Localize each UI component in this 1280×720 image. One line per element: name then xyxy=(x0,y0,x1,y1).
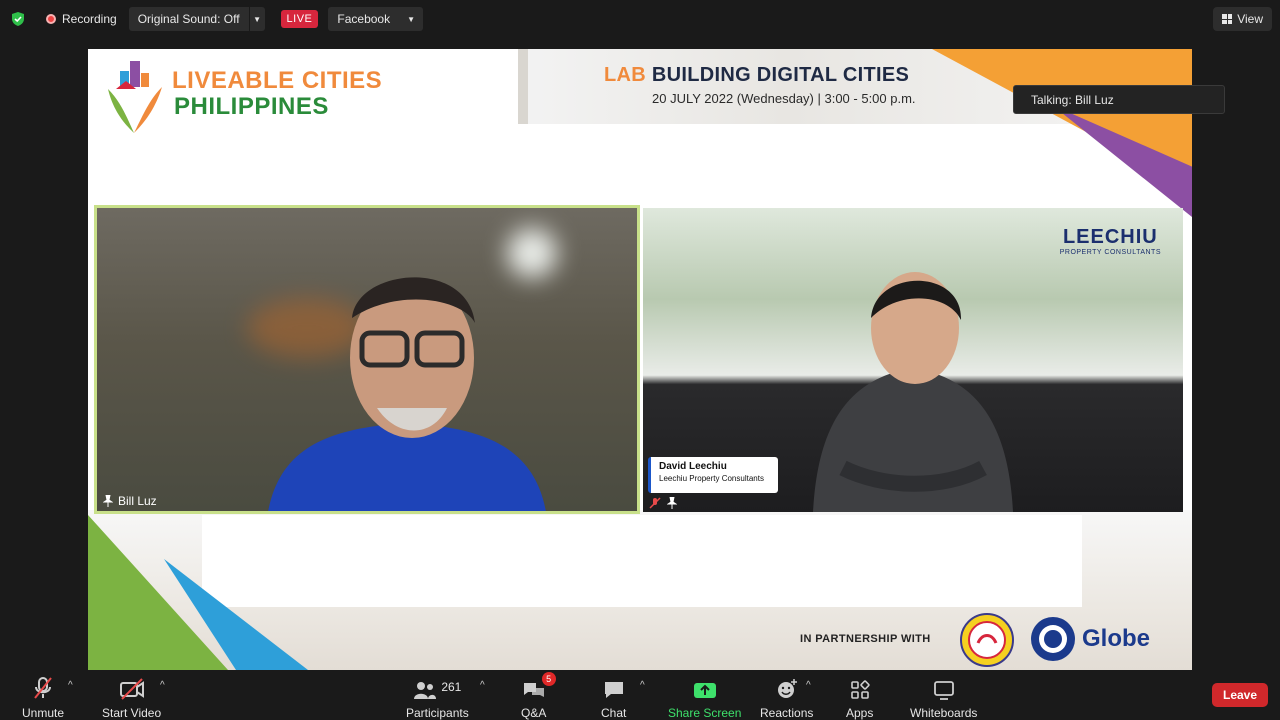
leechiu-logo-sub: PROPERTY CONSULTANTS xyxy=(1059,249,1161,256)
title-text: BUILDING DIGITAL CITIES xyxy=(651,64,910,86)
chevron-up-icon[interactable]: ^ xyxy=(160,680,165,691)
participants-button[interactable]: 261 Participants xyxy=(406,676,469,720)
pin-icon xyxy=(667,497,677,509)
start-video-button[interactable]: Start Video xyxy=(102,676,161,720)
participant-count: 261 xyxy=(441,680,462,694)
start-video-label: Start Video xyxy=(102,706,162,720)
participant-name: Bill Luz xyxy=(118,494,157,508)
participants-label: Participants xyxy=(406,706,469,720)
chevron-down-icon[interactable]: ▼ xyxy=(248,7,265,31)
footer-white-panel xyxy=(202,515,1082,607)
meeting-top-bar: Recording Original Sound: Off ▼ LIVE Fac… xyxy=(0,0,1280,38)
city-seal-logo xyxy=(960,613,1014,667)
apps-button[interactable]: Apps xyxy=(846,676,873,720)
share-screen-icon xyxy=(693,676,717,700)
globe-logo-icon xyxy=(1031,617,1075,661)
chat-icon xyxy=(603,676,625,700)
grid-view-icon xyxy=(1222,14,1233,24)
muted-mic-icon xyxy=(649,497,661,509)
reactions-icon xyxy=(776,676,798,700)
partner-globe-wordmark: Globe xyxy=(1082,625,1151,652)
video-off-icon xyxy=(119,676,145,700)
title-prefix: LAB xyxy=(604,64,647,86)
original-sound-button[interactable]: Original Sound: Off ▼ xyxy=(128,7,265,31)
pin-icon xyxy=(103,495,113,507)
original-sound-label: Original Sound: Off xyxy=(137,12,240,26)
liveable-cities-logo xyxy=(108,61,162,133)
chat-label: Chat xyxy=(601,706,627,720)
chevron-down-icon: ▼ xyxy=(407,14,416,24)
view-label: View xyxy=(1237,12,1263,26)
qa-badge: 5 xyxy=(541,672,556,686)
whiteboards-button[interactable]: Whiteboards xyxy=(910,676,977,720)
share-screen-label: Share Screen xyxy=(668,706,742,720)
participant-video-david xyxy=(813,272,1013,512)
slide-title: LAB BUILDING DIGITAL CITIES xyxy=(604,64,909,87)
whiteboards-label: Whiteboards xyxy=(910,706,978,720)
live-badge[interactable]: LIVE xyxy=(280,10,319,28)
unmute-button[interactable]: Unmute xyxy=(22,676,64,720)
unmute-label: Unmute xyxy=(22,706,65,720)
meeting-controls-toolbar: Unmute ^ Start Video ^ 261 Participants … xyxy=(0,670,1280,720)
stream-target-label: Facebook xyxy=(337,12,391,26)
share-screen-button[interactable]: Share Screen xyxy=(668,676,741,720)
event-date: 20 JULY 2022 (Wednesday) | 3:00 - 5:00 p… xyxy=(652,91,916,106)
chevron-up-icon[interactable]: ^ xyxy=(640,680,645,691)
chevron-up-icon[interactable]: ^ xyxy=(480,680,485,691)
participant-name-tag: Bill Luz xyxy=(103,494,157,508)
qa-label: Q&A xyxy=(521,706,547,720)
apps-label: Apps xyxy=(846,706,874,720)
muted-mic-icon xyxy=(32,676,54,700)
qa-button[interactable]: 5 Q&A xyxy=(521,672,556,720)
reactions-label: Reactions xyxy=(760,706,814,720)
partnership-label: IN PARTNERSHIP WITH xyxy=(800,633,931,645)
recording-indicator[interactable]: Recording xyxy=(46,12,117,26)
leechiu-logo-main: LEECHIU xyxy=(1062,226,1158,248)
participant-video-bill xyxy=(268,277,546,511)
apps-icon xyxy=(850,676,870,700)
recording-dot-icon xyxy=(46,14,56,24)
view-button[interactable]: View xyxy=(1213,7,1272,31)
qa-icon: 5 xyxy=(522,672,556,700)
lower-third-name: David Leechiu xyxy=(659,461,727,472)
chevron-up-icon[interactable]: ^ xyxy=(68,680,73,691)
video-tile-david-leechiu[interactable]: LEECHIU PROPERTY CONSULTANTS David Leech… xyxy=(643,208,1183,512)
brand-line-2: PHILIPPINES xyxy=(174,93,329,120)
whiteboard-icon xyxy=(933,676,955,700)
leechiu-logo: LEECHIU PROPERTY CONSULTANTS xyxy=(1060,226,1161,256)
lower-third-company: Leechiu Property Consultants xyxy=(659,474,764,483)
lower-third-card: David Leechiu Leechiu Property Consultan… xyxy=(648,457,778,493)
video-tile-bill-luz[interactable]: Bill Luz xyxy=(94,205,640,514)
chevron-up-icon[interactable]: ^ xyxy=(806,680,811,691)
recording-label: Recording xyxy=(62,12,117,26)
participant-status-icons xyxy=(649,497,677,509)
stream-target-button[interactable]: Facebook ▼ xyxy=(328,7,424,31)
participants-icon: 261 xyxy=(413,676,461,700)
talking-indicator: Talking: Bill Luz xyxy=(1013,85,1225,114)
brand-line-1: LIVEABLE CITIES xyxy=(172,67,383,94)
chat-button[interactable]: Chat xyxy=(601,676,626,720)
security-shield-icon[interactable] xyxy=(10,11,26,27)
leave-button[interactable]: Leave xyxy=(1212,683,1268,707)
